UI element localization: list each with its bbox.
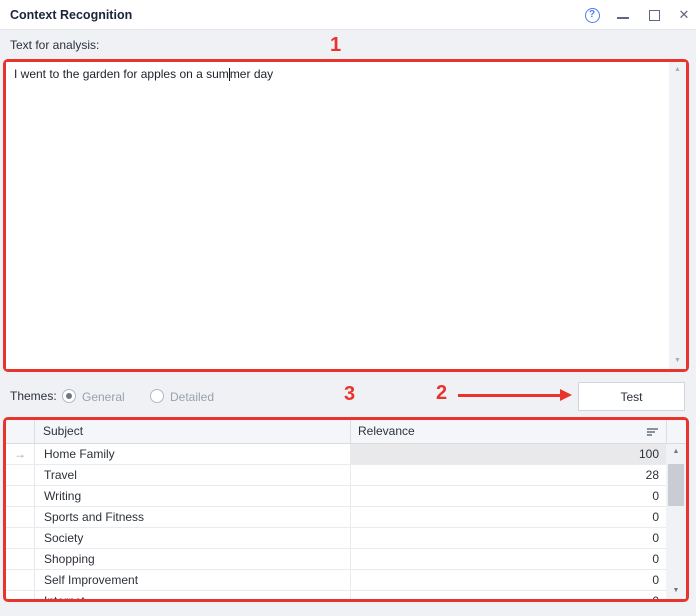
context-recognition-dialog: Context Recognition ? ✕ Text for analysi… [0,0,696,616]
title-bar: Context Recognition ? ✕ [0,0,696,30]
annotation-number-1: 1 [330,35,341,55]
table-row[interactable]: Travel 28 [6,465,666,486]
annotation-number-2: 2 [436,383,447,403]
radio-general[interactable] [62,389,76,403]
relevance-cell[interactable]: 0 [350,549,666,569]
help-icon: ? [585,8,600,23]
subject-cell[interactable]: Writing [35,486,350,506]
analysis-text-before-caret: I went to the garden for apples on a sum [14,67,229,81]
themes-label: Themes: [10,389,57,403]
scrollbar-thumb[interactable] [668,464,684,506]
relevance-cell[interactable]: 28 [350,465,666,485]
radio-detailed[interactable] [150,389,164,403]
analysis-text-after-caret: mer day [230,67,273,81]
textarea-scrollbar[interactable]: ▲ ▼ [669,62,686,369]
column-separator-right [666,420,667,443]
results-grid-frame: Subject Relevance → Home Family 100 Trav… [3,417,689,602]
scroll-up-icon[interactable]: ▲ [666,444,686,460]
relevance-cell[interactable]: 0 [350,528,666,548]
subject-cell[interactable]: Travel [35,465,350,485]
analysis-text-input[interactable]: I went to the garden for apples on a sum… [6,62,669,369]
filter-icon[interactable] [647,428,658,437]
table-row[interactable]: → Home Family 100 [6,444,666,465]
text-analysis-area-frame: I went to the garden for apples on a sum… [3,59,689,372]
row-indicator [6,486,35,506]
maximize-icon [649,10,660,21]
radio-general-label[interactable]: General [82,390,125,404]
minimize-button[interactable] [614,6,632,24]
table-row[interactable]: Self Improvement 0 [6,570,666,591]
scroll-down-icon[interactable]: ▼ [666,583,686,599]
results-grid: Subject Relevance → Home Family 100 Trav… [6,420,686,599]
window-title: Context Recognition [10,0,132,30]
help-button[interactable]: ? [583,6,601,24]
row-indicator [6,528,35,548]
minimize-icon [617,17,629,19]
annotation-arrow-head [560,389,572,401]
maximize-button[interactable] [645,6,663,24]
relevance-cell[interactable]: 0 [350,486,666,506]
table-row[interactable]: Sports and Fitness 0 [6,507,666,528]
grid-rows: → Home Family 100 Travel 28 Writing 0 Sp… [6,444,666,599]
close-icon: ✕ [679,7,690,23]
annotation-arrow [458,394,560,397]
row-indicator [6,591,35,599]
annotation-number-3: 3 [344,384,355,404]
relevance-cell[interactable]: 100 [350,444,666,464]
relevance-cell[interactable]: 0 [350,570,666,590]
subject-cell[interactable]: Internet [35,591,350,599]
subject-cell[interactable]: Self Improvement [35,570,350,590]
relevance-cell[interactable]: 0 [350,591,666,599]
row-indicator-icon: → [6,444,35,464]
scroll-up-icon[interactable]: ▲ [669,62,686,78]
column-separator[interactable] [350,420,351,443]
row-indicator [6,507,35,527]
grid-indicator-header-cell [6,420,35,443]
column-header-subject[interactable]: Subject [43,420,83,443]
subject-cell[interactable]: Shopping [35,549,350,569]
relevance-cell[interactable]: 0 [350,507,666,527]
table-row[interactable]: Shopping 0 [6,549,666,570]
text-for-analysis-label: Text for analysis: [10,38,99,52]
radio-detailed-label[interactable]: Detailed [170,390,214,404]
radio-selected-dot [66,393,72,399]
row-indicator [6,465,35,485]
column-header-relevance[interactable]: Relevance [358,420,415,443]
scroll-down-icon[interactable]: ▼ [669,353,686,369]
row-indicator [6,549,35,569]
table-row[interactable]: Society 0 [6,528,666,549]
subject-cell[interactable]: Society [35,528,350,548]
subject-cell[interactable]: Home Family [35,444,350,464]
row-indicator [6,570,35,590]
table-row[interactable]: Writing 0 [6,486,666,507]
close-button[interactable]: ✕ [675,6,693,24]
grid-header-row: Subject Relevance [6,420,686,444]
grid-scrollbar[interactable]: ▲ ▼ [666,444,686,599]
table-row[interactable]: Internet 0 [6,591,666,599]
test-button-label: Test [620,390,642,404]
subject-cell[interactable]: Sports and Fitness [35,507,350,527]
test-button[interactable]: Test [578,382,685,411]
